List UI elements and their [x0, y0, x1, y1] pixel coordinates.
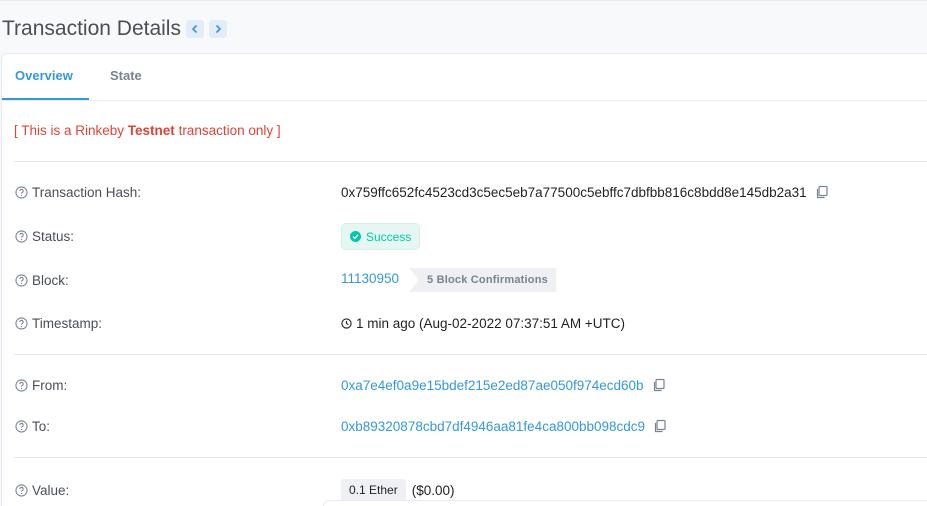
to-address-link[interactable]: 0xb89320878cbd7df4946aa81fe4ca800bb098cd…	[341, 419, 645, 434]
value-label: Value:	[15, 481, 69, 499]
value-value: 0.1 Ether ($0.00)	[341, 479, 454, 501]
copy-icon[interactable]	[815, 185, 829, 199]
divider	[14, 161, 927, 162]
question-circle-icon[interactable]	[15, 185, 28, 199]
question-circle-icon[interactable]	[15, 273, 28, 287]
testnet-notice-bold: Testnet	[127, 123, 175, 138]
from-address-link[interactable]: 0xa7e4ef0a9e15bdef215e2ed87ae050f974ecd6…	[341, 378, 644, 393]
block-label: Block:	[15, 271, 69, 289]
chevron-right-icon	[215, 24, 222, 34]
status-text: Success	[366, 229, 412, 244]
question-circle-icon[interactable]	[15, 229, 28, 243]
block-confirmations-badge: 5 Block Confirmations	[409, 268, 556, 292]
to-label-text: To:	[32, 418, 51, 434]
status-label-text: Status:	[32, 228, 75, 244]
tx-hash-label-text: Transaction Hash:	[32, 184, 142, 200]
timestamp-text: 1 min ago (Aug-02-2022 07:37:51 AM +UTC)	[356, 315, 626, 331]
page: Transaction Details Overview State [ Thi…	[0, 0, 927, 506]
timestamp-value: 1 min ago (Aug-02-2022 07:37:51 AM +UTC)	[341, 314, 625, 332]
tab-overview[interactable]: Overview	[15, 54, 73, 98]
block-label-text: Block:	[32, 272, 69, 288]
timestamp-label: Timestamp:	[15, 314, 102, 332]
from-label: From:	[15, 376, 67, 394]
usd-value: ($0.00)	[411, 482, 455, 498]
copy-icon[interactable]	[653, 419, 667, 433]
from-label-text: From:	[32, 377, 68, 393]
transaction-card: Overview State [ This is a Rinkeby Testn…	[1, 53, 927, 506]
status-badge: Success	[341, 223, 421, 250]
testnet-notice-suffix: transaction only ]	[174, 123, 281, 138]
active-tab-indicator	[2, 98, 89, 100]
testnet-notice-prefix: [ This is a Rinkeby	[14, 123, 128, 138]
to-label: To:	[15, 417, 50, 435]
tx-hash-value: 0x759ffc652fc4523cd3c5ec5eb7a77500c5ebff…	[341, 183, 829, 201]
tx-hash-label: Transaction Hash:	[15, 183, 141, 201]
question-circle-icon[interactable]	[15, 483, 28, 497]
testnet-notice: [ This is a Rinkeby Testnet transaction …	[14, 123, 281, 138]
top-divider	[0, 0, 927, 1]
block-value: 11130950	[341, 269, 399, 287]
question-circle-icon[interactable]	[15, 316, 28, 330]
chevron-left-icon	[191, 24, 198, 34]
previous-transaction-button[interactable]	[185, 20, 204, 38]
to-value: 0xb89320878cbd7df4946aa81fe4ca800bb098cd…	[341, 417, 667, 435]
status-label: Status:	[15, 227, 74, 245]
page-title: Transaction Details	[2, 17, 181, 40]
value-label-text: Value:	[32, 482, 70, 498]
copy-icon[interactable]	[652, 378, 666, 392]
check-circle-icon	[350, 231, 361, 242]
block-number-link[interactable]: 11130950	[341, 271, 399, 286]
timestamp-label-text: Timestamp:	[32, 315, 103, 331]
page-header: Transaction Details	[2, 14, 227, 44]
tab-bar: Overview State	[2, 54, 927, 101]
ether-amount-badge: 0.1 Ether	[341, 479, 406, 501]
next-transaction-button[interactable]	[208, 20, 227, 38]
from-value: 0xa7e4ef0a9e15bdef215e2ed87ae050f974ecd6…	[341, 376, 666, 394]
clock-icon	[341, 317, 352, 329]
tx-hash-text: 0x759ffc652fc4523cd3c5ec5eb7a77500c5ebff…	[341, 184, 807, 200]
tab-state[interactable]: State	[110, 54, 142, 98]
divider	[14, 354, 927, 355]
divider	[14, 457, 927, 458]
overlay-panel-edge	[323, 500, 927, 506]
question-circle-icon[interactable]	[15, 378, 28, 392]
question-circle-icon[interactable]	[15, 419, 28, 433]
